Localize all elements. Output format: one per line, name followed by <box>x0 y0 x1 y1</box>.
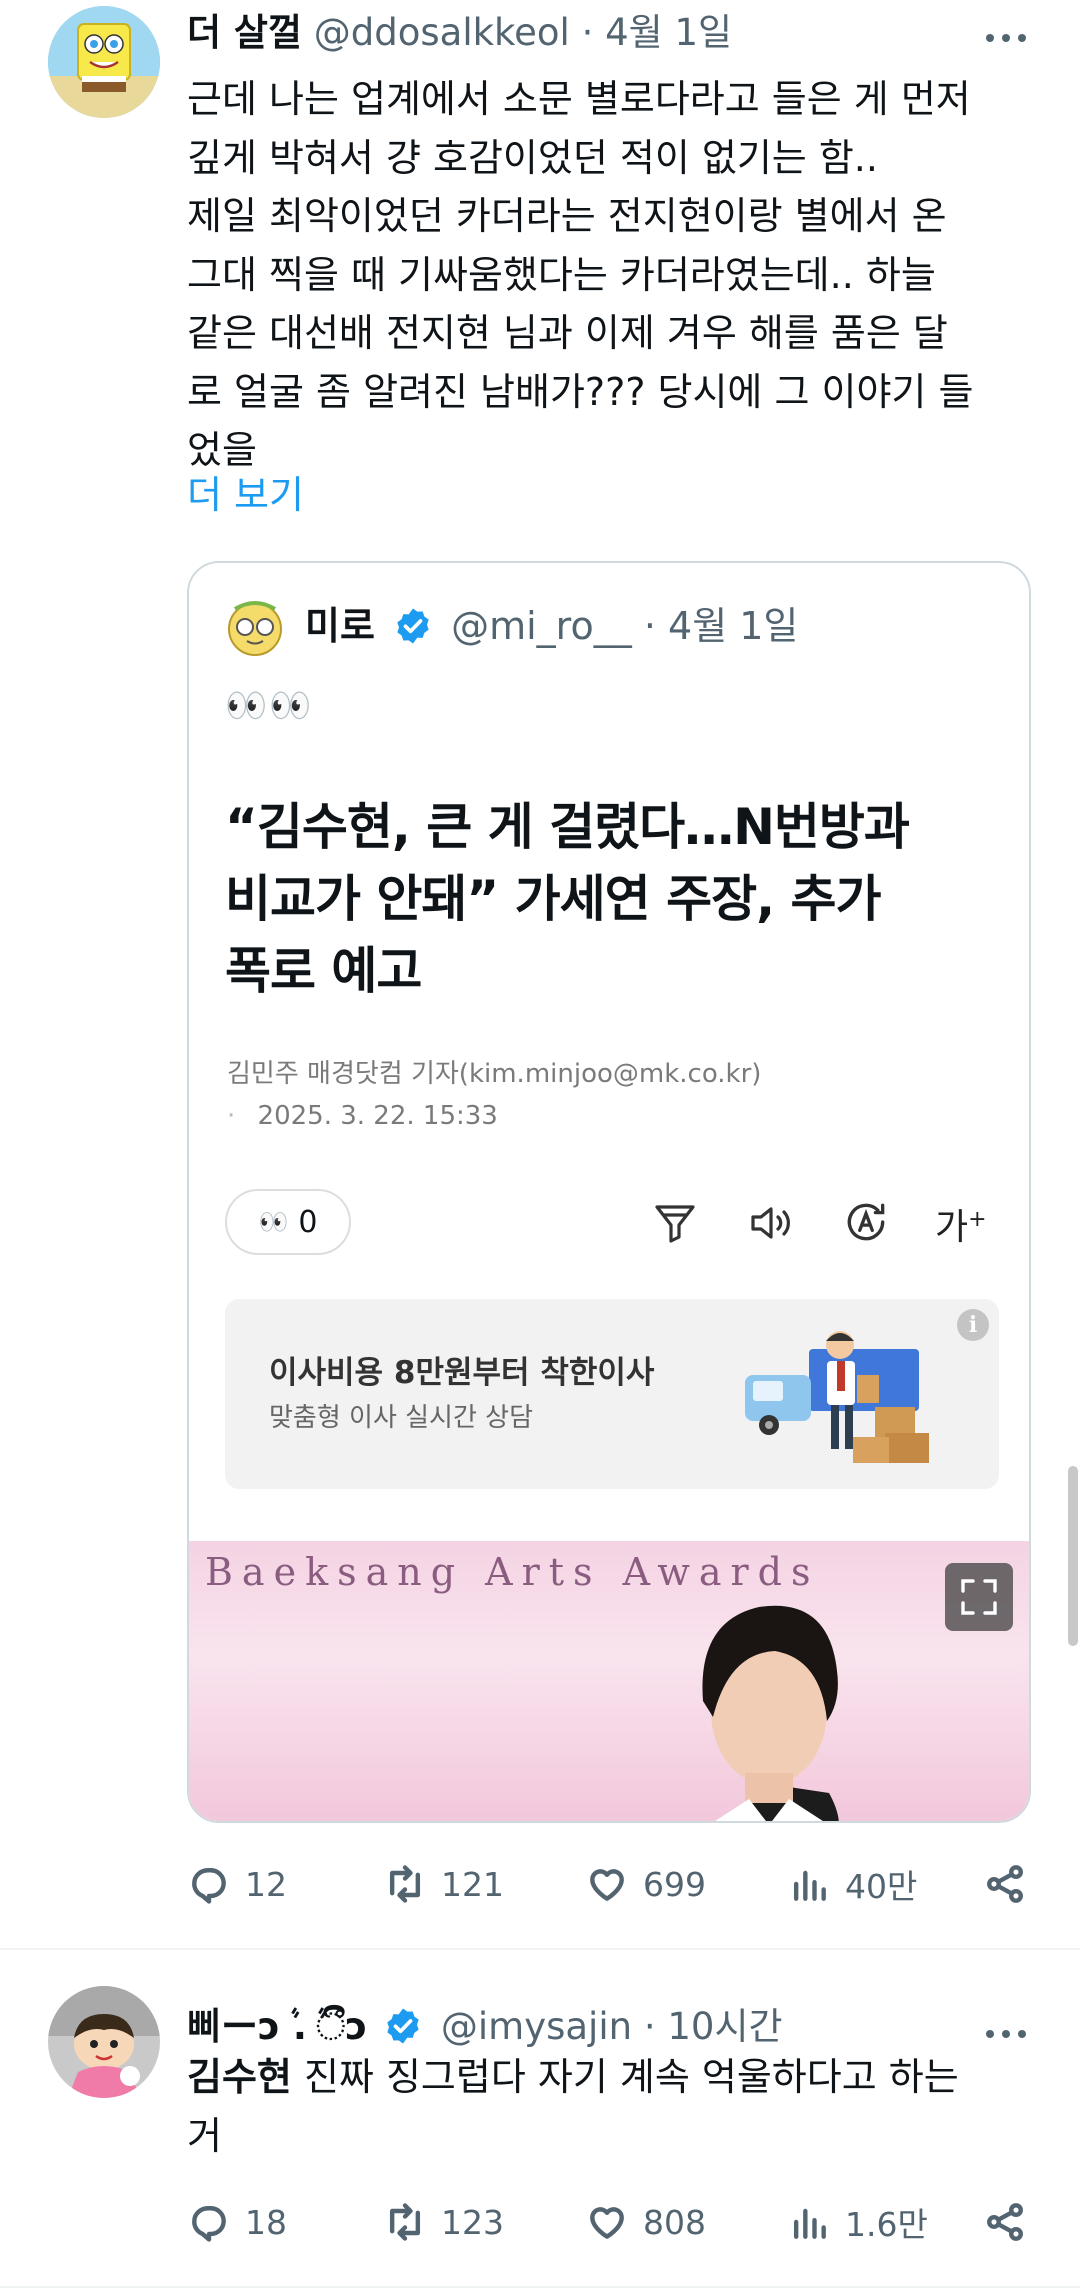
more-icon[interactable] <box>984 28 1028 48</box>
repost-button[interactable]: 123 <box>383 2192 504 2252</box>
filter-icon[interactable] <box>651 1199 699 1251</box>
views-icon <box>793 1870 826 1901</box>
headline-line: 폭로 예고 <box>225 942 422 1000</box>
ad-subtitle: 맞춤형 이사 실시간 상담 <box>269 1403 533 1433</box>
post-text-line: 거 <box>187 2113 222 2158</box>
repost-icon <box>389 1865 421 1903</box>
post-text-line: 로 얼굴 좀 알려진 남배가??? 당시에 그 이야기 들 <box>187 369 974 414</box>
repost-count: 121 <box>441 1864 504 1904</box>
post-header: 더 살껄 @ddosalkkeol · 4월 1일 <box>187 8 732 58</box>
views-button[interactable]: 1.6만 <box>787 2192 928 2252</box>
post-text-rest: 진짜 징그럽다 자기 계속 억울하다고 하는 <box>291 2055 959 2099</box>
post-text: 근데 나는 업계에서 소문 별로다라고 들은 게 먼저 깊게 박혀서 걍 호감이… <box>187 70 1047 480</box>
quote-emoji-text: 👀👀 <box>225 686 314 726</box>
show-more-link[interactable]: 더 보기 <box>187 470 304 520</box>
like-icon <box>590 1869 624 1901</box>
post-time[interactable]: 4월 1일 <box>605 11 732 54</box>
highlighted-keyword: 김수현 <box>187 2055 292 2099</box>
ad-illustration <box>735 1321 935 1475</box>
like-button[interactable]: 699 <box>585 1854 706 1914</box>
quoted-post[interactable]: 미로 @mi_ro__ · 4월 1일 👀👀 “김수현, 큰 게 걸렸다…N번방… <box>187 561 1031 1823</box>
post-actions: 18 123 808 1.6만 <box>187 2192 1027 2252</box>
post-text-line: 었을 <box>187 428 257 472</box>
reply-icon <box>192 2206 226 2242</box>
share-icon <box>987 2203 1023 2241</box>
views-count: 40만 <box>845 1867 918 1906</box>
views-count: 1.6만 <box>845 2205 928 2244</box>
reply-icon <box>192 1868 226 1904</box>
post-text-line: 제일 최악이었던 카더라는 전지현이랑 별에서 온 <box>187 194 947 238</box>
post-2[interactable]: 삐ーↄܵ . ܵීↄ @imysajin · 10시간 김수현 진짜 징그럽다 … <box>0 1950 1080 2293</box>
speaker-icon[interactable] <box>747 1199 797 1251</box>
repost-icon <box>389 2203 421 2241</box>
eyes-icon: 👀 <box>258 1208 289 1236</box>
more-icon[interactable] <box>984 2024 1028 2044</box>
quote-time[interactable]: 4월 1일 <box>668 604 798 648</box>
article-date: 2025. 3. 22. 15:33 <box>257 1101 498 1131</box>
post-text-line: 그대 찍을 때 기싸움했다는 카더라였는데.. 하늘 <box>187 252 936 297</box>
post-header: 삐ーↄܵ . ܵීↄ @imysajin · 10시간 <box>187 2002 783 2052</box>
like-button[interactable]: 808 <box>585 2192 706 2252</box>
avatar[interactable] <box>48 1986 160 2098</box>
like-count: 808 <box>643 2202 706 2242</box>
post-1[interactable]: 더 살껄 @ddosalkkeol · 4월 1일 근데 나는 업계에서 소문 … <box>0 0 1080 1950</box>
article-date-row: · 2025. 3. 22. 15:33 <box>227 1101 498 1131</box>
post-text-line: 김수현 진짜 징그럽다 자기 계속 억울하다고 하는 <box>187 2048 1047 2107</box>
info-icon[interactable]: i <box>957 1309 989 1341</box>
post-actions: 12 121 699 40만 <box>187 1854 1027 1914</box>
post-text: 김수현 진짜 징그럽다 자기 계속 억울하다고 하는 거 <box>187 2048 1047 2165</box>
translate-icon[interactable] <box>841 1197 891 1251</box>
quote-author-name[interactable]: 미로 <box>305 604 375 648</box>
article-photo[interactable]: Baeksang Arts Awards <box>189 1541 1029 1821</box>
person-photo <box>702 1605 839 1821</box>
views-icon <box>793 2208 826 2239</box>
article-headline: “김수현, 큰 게 걸렸다…N번방과 비교가 안돼” 가세연 주장, 추가 폭로… <box>225 791 1005 1007</box>
post-text-line: 같은 대선배 전지현 님과 이제 겨우 해를 품은 달 <box>187 311 948 355</box>
author-name[interactable]: 삐ーↄܵ . ܵීↄ <box>187 2005 367 2048</box>
post-text-line: 근데 나는 업계에서 소문 별로다라고 들은 게 먼저 <box>187 77 971 121</box>
quote-author-handle[interactable]: @mi_ro__ <box>451 604 632 648</box>
reply-button[interactable]: 18 <box>187 2192 287 2252</box>
post-divider <box>0 2286 1080 2288</box>
separator-dot: · <box>643 604 656 648</box>
ad-title: 이사비용 8만원부터 착한이사 <box>269 1355 655 1391</box>
share-button[interactable] <box>983 1854 1027 1914</box>
ad-banner[interactable]: 이사비용 8만원부터 착한이사 맞춤형 이사 실시간 상담 i <box>225 1299 999 1489</box>
reply-count: 18 <box>245 2202 287 2242</box>
author-name[interactable]: 더 살껄 <box>187 11 302 54</box>
author-handle[interactable]: @imysajin <box>441 2005 632 2048</box>
like-count: 699 <box>643 1864 706 1904</box>
verified-badge-icon <box>383 2006 423 2046</box>
separator-dot: · <box>643 2005 656 2048</box>
quote-header: 미로 @mi_ro__ · 4월 1일 <box>305 601 798 652</box>
reply-count: 12 <box>245 1864 287 1904</box>
headline-line: “김수현, 큰 게 걸렸다…N번방과 <box>225 798 910 856</box>
reply-button[interactable]: 12 <box>187 1854 287 1914</box>
article-byline: 김민주 매경닷컴 기자(kim.minjoo@mk.co.kr) <box>227 1059 762 1089</box>
repost-count: 123 <box>441 2202 504 2242</box>
share-icon <box>987 1865 1023 1903</box>
share-button[interactable] <box>983 2192 1027 2252</box>
post-text-line: 깊게 박혀서 걍 호감이었던 적이 없기는 함.. <box>187 135 878 180</box>
font-size-button[interactable]: 가+ <box>935 1195 987 1253</box>
reaction-button[interactable]: 👀 0 <box>225 1189 351 1255</box>
verified-badge-icon <box>393 606 433 646</box>
font-size-label: 가 <box>935 1207 969 1248</box>
reaction-count: 0 <box>298 1204 318 1240</box>
expand-icon[interactable] <box>945 1563 1013 1631</box>
headline-line: 비교가 안돼” 가세연 주장, 추가 <box>225 870 881 928</box>
views-button[interactable]: 40만 <box>787 1854 917 1914</box>
author-handle[interactable]: @ddosalkkeol <box>314 11 570 54</box>
separator-dot: · <box>581 11 594 54</box>
post-time[interactable]: 10시간 <box>667 2005 782 2048</box>
like-icon <box>590 2207 624 2239</box>
scrollbar[interactable] <box>1068 1466 1078 1646</box>
repost-button[interactable]: 121 <box>383 1854 504 1914</box>
quote-avatar[interactable] <box>221 593 289 661</box>
avatar[interactable] <box>48 6 160 118</box>
